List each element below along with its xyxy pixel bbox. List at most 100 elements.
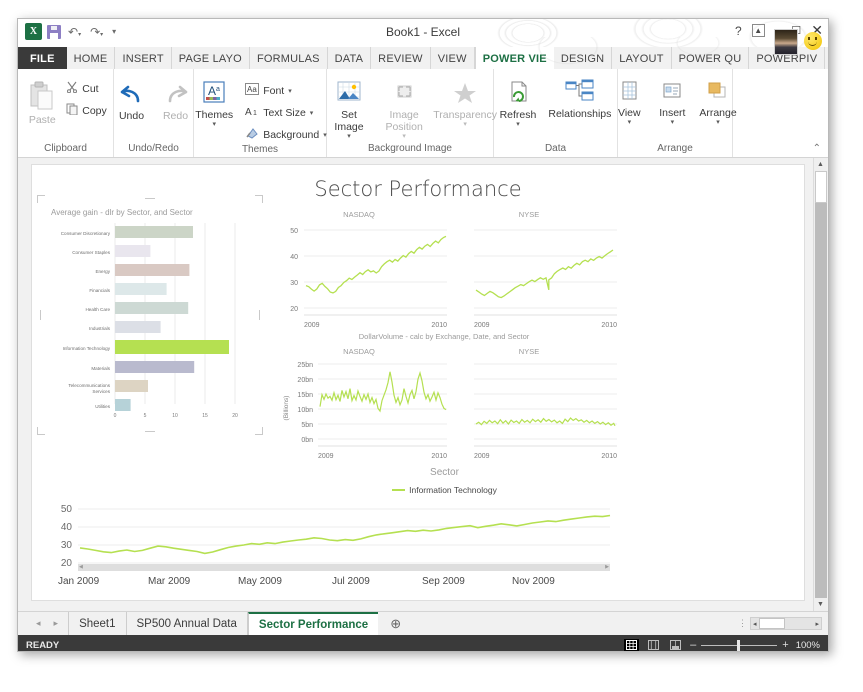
arrange-button[interactable]: Arrange ▾ xyxy=(694,78,741,129)
sheet-tab-sector-performance[interactable]: Sector Performance xyxy=(247,612,379,635)
tab-layout[interactable]: LAYOUT xyxy=(612,47,672,69)
resize-handle-top-left[interactable] xyxy=(37,195,45,203)
timeline-tick-jul: Jul 2009 xyxy=(332,576,370,587)
tab-file[interactable]: FILE xyxy=(18,47,67,69)
tab-home[interactable]: HOME xyxy=(67,47,116,69)
transparency-caret-icon: ▾ xyxy=(463,121,467,129)
cut-label: Cut xyxy=(82,82,99,95)
tab-page-layout[interactable]: PAGE LAYO xyxy=(172,47,250,69)
set-image-button[interactable]: Set Image ▾ xyxy=(326,78,371,143)
hscroll-left-icon[interactable]: ◂ xyxy=(751,620,759,628)
nyse-price-title: NYSE xyxy=(519,210,539,219)
dollarvolume-plot[interactable]: DollarVolume - calc by Exchange, Date, a… xyxy=(272,330,617,465)
sheet-tab-sp500-annual-data[interactable]: SP500 Annual Data xyxy=(127,612,248,635)
tab-power-view[interactable]: POWER VIE xyxy=(474,47,554,69)
resize-handle-bottom-left[interactable] xyxy=(37,427,45,435)
ribbon-group-undo-redo: Undo Redo Undo/Redo xyxy=(114,69,194,157)
arrange-label: Arrange xyxy=(699,107,737,120)
scroll-up-icon[interactable]: ▲ xyxy=(817,158,824,171)
page-break-preview-button[interactable] xyxy=(668,639,683,652)
page-layout-view-button[interactable] xyxy=(646,639,661,652)
power-view-report[interactable]: Sector Performance Average gain - dlr by… xyxy=(31,164,805,601)
background-button[interactable]: Background ▾ xyxy=(242,125,330,144)
sheet-prev-button[interactable]: ◂ xyxy=(36,618,41,629)
price-multiples-plot[interactable]: NASDAQ NYSE 50 40 30 20 2009 2010 2009 2… xyxy=(272,207,617,332)
dollarvolume-multiples-visualization[interactable]: DollarVolume - calc by Exchange, Date, a… xyxy=(272,330,617,465)
resize-handle-top-right[interactable] xyxy=(255,195,263,203)
view-button[interactable]: View ▾ xyxy=(608,78,650,129)
nasdaq-price-title: NASDAQ xyxy=(343,210,375,219)
resize-handle-top[interactable] xyxy=(145,198,155,199)
group-label-arrange: Arrange xyxy=(657,143,693,154)
timeline-scroll-right-icon[interactable]: ▶ xyxy=(605,565,609,570)
image-position-icon xyxy=(390,80,418,109)
tab-design[interactable]: DESIGN xyxy=(554,47,613,69)
feedback-smiley-icon[interactable] xyxy=(804,32,822,50)
resize-handle-bottom-right[interactable] xyxy=(255,427,263,435)
svg-text:5bn: 5bn xyxy=(301,422,313,429)
horizontal-scrollbar[interactable]: ◂ ▸ xyxy=(750,617,822,630)
transparency-star-icon xyxy=(451,80,479,109)
set-image-caret-icon: ▾ xyxy=(347,133,351,141)
canvas-vertical-scrollbar[interactable]: ▲ ▼ xyxy=(813,158,827,611)
normal-view-button[interactable] xyxy=(624,638,640,651)
insert-icon xyxy=(660,80,684,107)
tab-view[interactable]: VIEW xyxy=(431,47,475,69)
group-label-undo-redo: Undo/Redo xyxy=(128,143,179,154)
resize-handle-bottom[interactable] xyxy=(145,431,155,432)
font-button[interactable]: Aa Font ▾ xyxy=(242,81,330,100)
tab-power-query[interactable]: POWER QU xyxy=(672,47,750,69)
image-position-button[interactable]: Image Position ▾ xyxy=(374,78,435,143)
sheet-tab-sheet1[interactable]: Sheet1 xyxy=(69,612,127,635)
scroll-down-icon[interactable]: ▼ xyxy=(817,598,824,611)
legend-item-label: Information Technology xyxy=(409,485,497,495)
nyse-gridlines xyxy=(474,229,617,309)
legend-item[interactable]: Information Technology xyxy=(392,485,497,495)
zoom-in-button[interactable]: + xyxy=(782,639,788,651)
undo-button[interactable]: Undo xyxy=(111,81,153,124)
tab-data[interactable]: DATA xyxy=(328,47,372,69)
zoom-slider[interactable]: – + xyxy=(690,639,789,651)
timeline-plot[interactable]: 50 40 30 20 Jan 2009 Mar 2009 May 2009 J… xyxy=(40,498,618,593)
hscroll-thumb[interactable] xyxy=(758,618,785,629)
bar-chart-visualization[interactable]: Average gain - dlr by Sector, and Sector xyxy=(37,195,263,435)
refresh-button[interactable]: Refresh ▾ xyxy=(495,78,542,131)
svg-text:Consumer Staples: Consumer Staples xyxy=(72,250,110,255)
group-label-themes: Themes xyxy=(241,144,279,155)
svg-text:5: 5 xyxy=(144,413,147,419)
ribbon-display-options-icon[interactable]: ▲ xyxy=(751,24,765,37)
bar-chart-plot[interactable]: Consumer Discretionary Consumer Staples … xyxy=(37,221,263,426)
themes-button[interactable]: A a Themes ▾ xyxy=(190,78,238,131)
text-size-button[interactable]: A 1 Text Size ▾ xyxy=(242,103,330,122)
tab-review[interactable]: REVIEW xyxy=(371,47,431,69)
splitter-grip-icon[interactable]: ⋮ xyxy=(738,618,747,629)
add-sheet-button[interactable]: ⊕ xyxy=(378,612,413,635)
timeline-tick-mar: Mar 2009 xyxy=(148,576,191,587)
hscroll-right-icon[interactable]: ▸ xyxy=(813,620,821,628)
timeline-scrollbar[interactable]: ◀ ▶ xyxy=(78,564,610,571)
scrollbar-track[interactable] xyxy=(814,203,827,598)
copy-button[interactable]: Copy xyxy=(63,101,110,120)
svg-text:30: 30 xyxy=(290,280,298,287)
transparency-button[interactable]: Transparency ▾ xyxy=(433,78,497,131)
collapse-ribbon-button[interactable]: ⌃ xyxy=(813,143,821,154)
scrollbar-thumb[interactable] xyxy=(814,171,827,203)
price-multiples-visualization[interactable]: NASDAQ NYSE 50 40 30 20 2009 2010 2009 2… xyxy=(272,207,617,332)
tab-insert[interactable]: INSERT xyxy=(115,47,172,69)
tab-formulas[interactable]: FORMULAS xyxy=(250,47,328,69)
zoom-slider-thumb[interactable] xyxy=(737,639,741,651)
avatar[interactable] xyxy=(774,29,798,55)
help-button[interactable]: ? xyxy=(735,24,742,38)
timeline-scroll-left-icon[interactable]: ◀ xyxy=(79,565,83,570)
user-account-button[interactable]: David Is... ▾ xyxy=(825,47,828,69)
sheet-next-button[interactable]: ▸ xyxy=(54,618,59,629)
ribbon-group-background-image: Set Image ▾ Image Position ▾ Transparenc… xyxy=(326,69,497,157)
cut-button[interactable]: Cut xyxy=(63,79,110,98)
zoom-out-button[interactable]: – xyxy=(690,639,696,651)
paste-button[interactable]: Paste xyxy=(21,75,63,128)
zoom-slider-track[interactable] xyxy=(701,639,778,651)
zoom-level-label[interactable]: 100% xyxy=(796,640,820,651)
timeline-visualization[interactable]: 50 40 30 20 Jan 2009 Mar 2009 May 2009 J… xyxy=(40,498,618,593)
svg-text:2010: 2010 xyxy=(431,322,447,329)
insert-button[interactable]: Insert ▾ xyxy=(651,78,693,129)
